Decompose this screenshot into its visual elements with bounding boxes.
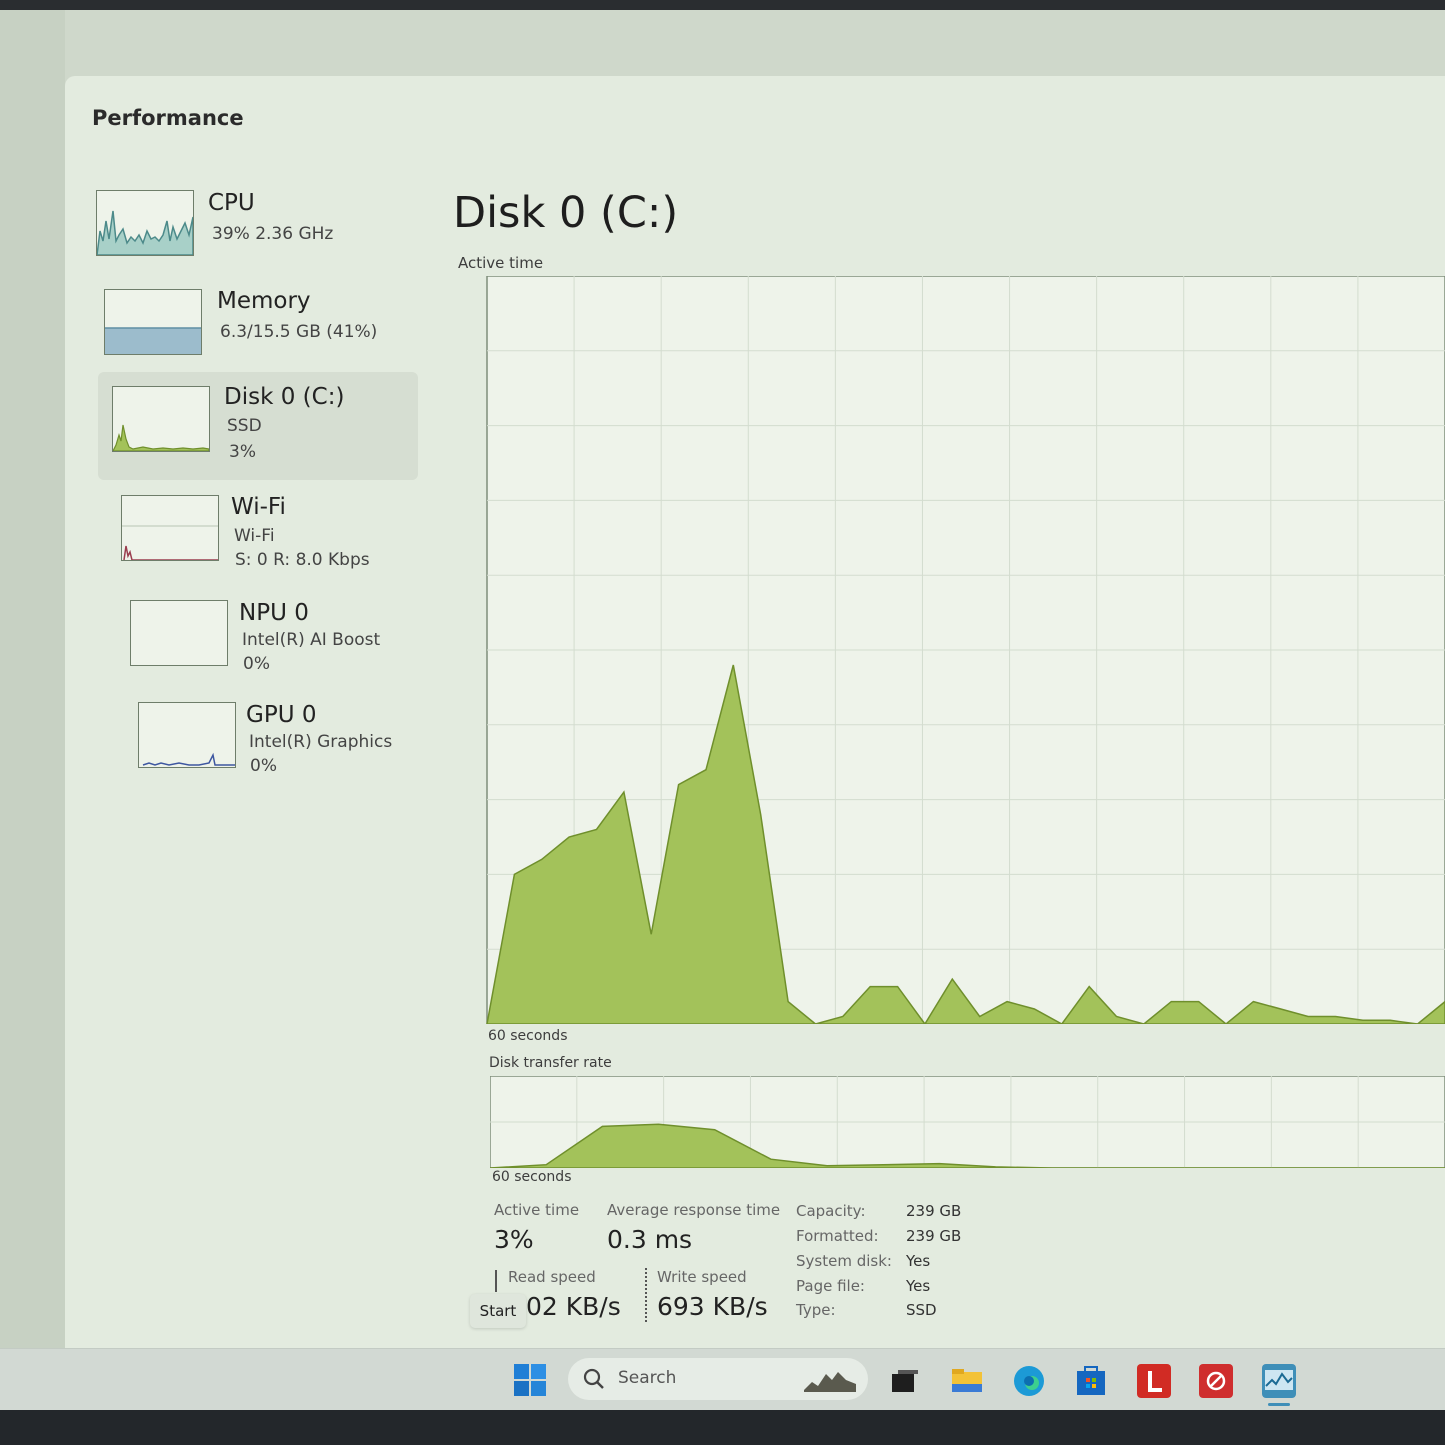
page-file-key: Page file: (796, 1277, 865, 1295)
read-speed-legend-line (495, 1270, 497, 1292)
disk-thumbnail-graph (112, 386, 210, 452)
sidebar-item-gpu-0[interactable]: GPU 0 Intel(R) Graphics 0% (90, 692, 420, 796)
windows-start-icon[interactable] (512, 1362, 548, 1398)
gpu-device-text: Intel(R) Graphics (249, 732, 393, 752)
store-icon[interactable] (1074, 1364, 1108, 1398)
cpu-thumbnail-graph (96, 190, 194, 256)
formatted-key: Formatted: (796, 1227, 879, 1245)
avg-response-stat-value: 0.3 ms (607, 1225, 693, 1254)
wifi-label: Wi-Fi (231, 494, 286, 520)
gpu-usage-text: 0% (250, 756, 277, 776)
read-speed-label: Read speed (508, 1268, 596, 1286)
active-app-indicator (1268, 1403, 1290, 1406)
red-app-icon[interactable] (1199, 1364, 1233, 1398)
sidebar-item-npu-0[interactable]: NPU 0 Intel(R) AI Boost 0% (90, 590, 420, 694)
active-time-stat-value: 3% (494, 1225, 534, 1254)
red-l-app-icon[interactable] (1137, 1364, 1171, 1398)
system-disk-value: Yes (906, 1252, 931, 1270)
active-time-stat-label: Active time (494, 1201, 580, 1219)
write-speed-value: 693 KB/s (657, 1292, 768, 1321)
type-value: SSD (906, 1301, 937, 1319)
disk-usage-text: 3% (229, 442, 256, 462)
npu-thumbnail-graph (130, 600, 228, 666)
write-speed-label: Write speed (657, 1268, 747, 1286)
file-explorer-icon[interactable] (950, 1364, 984, 1398)
disk-type-text: SSD (227, 416, 262, 436)
active-time-graph-label: Active time (458, 254, 544, 272)
sidebar-item-wifi[interactable]: Wi-Fi Wi-Fi S: 0 R: 8.0 Kbps (90, 486, 420, 590)
search-highlight-image-icon (802, 1366, 858, 1394)
taskbar-search-box[interactable]: Search (568, 1358, 868, 1400)
memory-usage-text: 6.3/15.5 GB (41%) (220, 322, 378, 342)
capacity-key: Capacity: (796, 1202, 866, 1220)
background-window-edge (0, 10, 65, 1350)
transfer-rate-axis-label: 60 seconds (492, 1169, 572, 1185)
wifi-thumbnail-graph (121, 495, 219, 561)
active-time-axis-label: 60 seconds (488, 1028, 568, 1044)
npu-label: NPU 0 (239, 600, 309, 626)
wifi-throughput-text: S: 0 R: 8.0 Kbps (235, 550, 370, 570)
page-title: Performance (92, 106, 244, 130)
write-speed-legend-line (645, 1268, 647, 1322)
wifi-adapter-text: Wi-Fi (234, 526, 275, 546)
disk-label: Disk 0 (C:) (224, 384, 345, 410)
formatted-value: 239 GB (906, 1227, 962, 1245)
active-time-graph (486, 276, 1445, 1024)
search-placeholder: Search (618, 1368, 677, 1388)
task-manager-icon[interactable] (1262, 1364, 1296, 1398)
read-speed-value: 02 KB/s (526, 1292, 621, 1321)
transfer-rate-graph-label: Disk transfer rate (489, 1055, 612, 1071)
avg-response-stat-label: Average response time (607, 1201, 781, 1219)
search-icon (582, 1367, 606, 1391)
npu-device-text: Intel(R) AI Boost (242, 630, 381, 650)
screen-bezel-bottom (0, 1410, 1445, 1445)
terminal-icon[interactable] (888, 1364, 922, 1398)
sidebar-item-memory[interactable]: Memory 6.3/15.5 GB (41%) (90, 282, 420, 386)
screen-bezel-top (0, 0, 1445, 10)
sidebar-item-disk-0[interactable]: Disk 0 (C:) SSD 3% (98, 372, 418, 480)
transfer-rate-graph (490, 1076, 1445, 1168)
page-file-value: Yes (906, 1277, 931, 1295)
capacity-value: 239 GB (906, 1202, 962, 1220)
type-key: Type: (796, 1301, 836, 1319)
start-tooltip: Start (470, 1294, 526, 1328)
edge-icon[interactable] (1012, 1364, 1046, 1398)
npu-usage-text: 0% (243, 654, 270, 674)
disk-heading: Disk 0 (C:) (453, 188, 679, 238)
system-disk-key: System disk: (796, 1252, 892, 1270)
gpu-thumbnail-graph (138, 702, 236, 768)
cpu-usage-text: 39% 2.36 GHz (212, 224, 334, 244)
gpu-label: GPU 0 (246, 702, 317, 728)
memory-thumbnail-graph (104, 289, 202, 355)
sidebar-item-cpu[interactable]: CPU 39% 2.36 GHz (90, 182, 420, 286)
memory-label: Memory (217, 288, 311, 314)
cpu-label: CPU (208, 190, 255, 216)
